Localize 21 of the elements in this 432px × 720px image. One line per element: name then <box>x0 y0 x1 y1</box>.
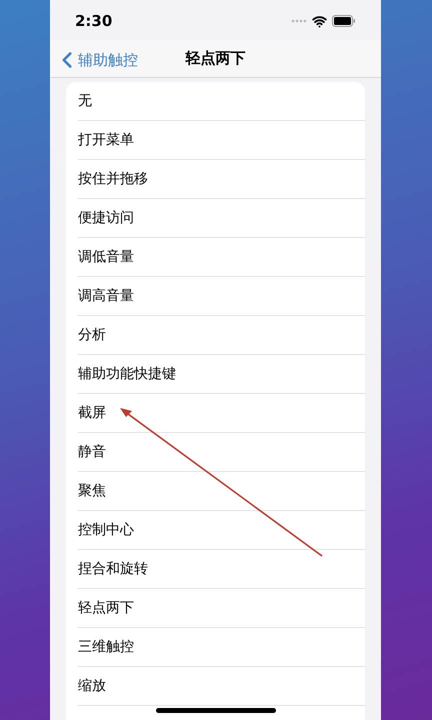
option-row[interactable]: 调高音量 <box>78 277 365 316</box>
option-row[interactable]: 静音 <box>78 433 365 472</box>
option-row[interactable]: 轻点两下 <box>78 589 365 628</box>
wifi-icon <box>312 14 327 28</box>
option-row[interactable]: 缩放 <box>78 667 365 706</box>
option-row[interactable]: 控制中心 <box>78 511 365 550</box>
option-row[interactable]: 无 <box>78 82 365 121</box>
option-row[interactable]: 聚焦 <box>78 472 365 511</box>
option-row[interactable]: 便捷访问 <box>78 199 365 238</box>
signal-icon <box>291 19 307 23</box>
back-button[interactable]: 辅助触控 <box>54 47 138 73</box>
option-row[interactable]: 辅助功能快捷键 <box>78 355 365 394</box>
option-row[interactable]: 三维触控 <box>78 628 365 667</box>
option-row[interactable]: 按住并拖移 <box>78 160 365 199</box>
nav-title: 轻点两下 <box>186 48 246 70</box>
option-row[interactable]: 分析 <box>78 316 365 355</box>
status-time: 2:30 <box>75 10 112 32</box>
option-row[interactable]: 捏合和旋转 <box>78 550 365 589</box>
option-row[interactable]: 调低音量 <box>78 238 365 277</box>
battery-icon <box>332 15 356 27</box>
option-row[interactable]: 打开菜单 <box>78 121 365 160</box>
